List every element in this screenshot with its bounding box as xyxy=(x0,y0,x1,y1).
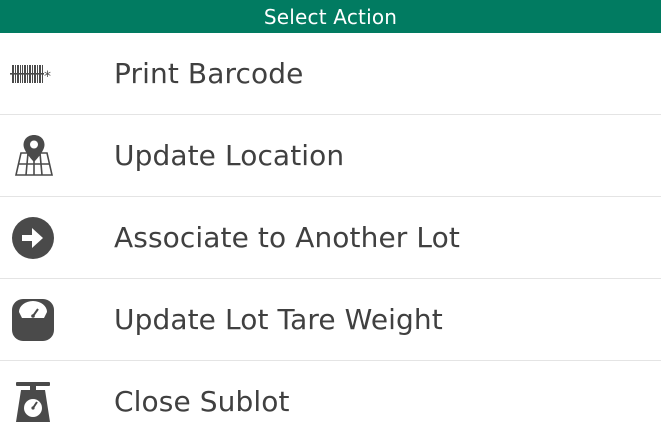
action-close-sublot[interactable]: Close Sublot xyxy=(0,361,661,441)
action-update-location[interactable]: Update Location xyxy=(0,115,661,197)
action-associate-lot[interactable]: Associate to Another Lot xyxy=(0,197,661,279)
weighing-scale-icon xyxy=(10,378,58,426)
barcode-icon: * xyxy=(10,50,58,98)
action-update-tare-weight[interactable]: Update Lot Tare Weight xyxy=(0,279,661,361)
arrow-right-circle-icon xyxy=(10,214,58,262)
svg-text:*: * xyxy=(44,69,51,85)
action-label: Close Sublot xyxy=(114,385,290,418)
action-label: Associate to Another Lot xyxy=(114,221,460,254)
scale-dial-icon xyxy=(10,296,58,344)
dialog-title: Select Action xyxy=(263,4,398,29)
action-label: Print Barcode xyxy=(114,57,304,90)
action-label: Update Lot Tare Weight xyxy=(114,303,443,336)
action-list: * Print Barcode Update Location Associat… xyxy=(0,33,661,441)
action-label: Update Location xyxy=(114,139,345,172)
action-print-barcode[interactable]: * Print Barcode xyxy=(0,33,661,115)
map-pin-icon xyxy=(10,132,58,180)
dialog-header: Select Action xyxy=(0,0,661,33)
